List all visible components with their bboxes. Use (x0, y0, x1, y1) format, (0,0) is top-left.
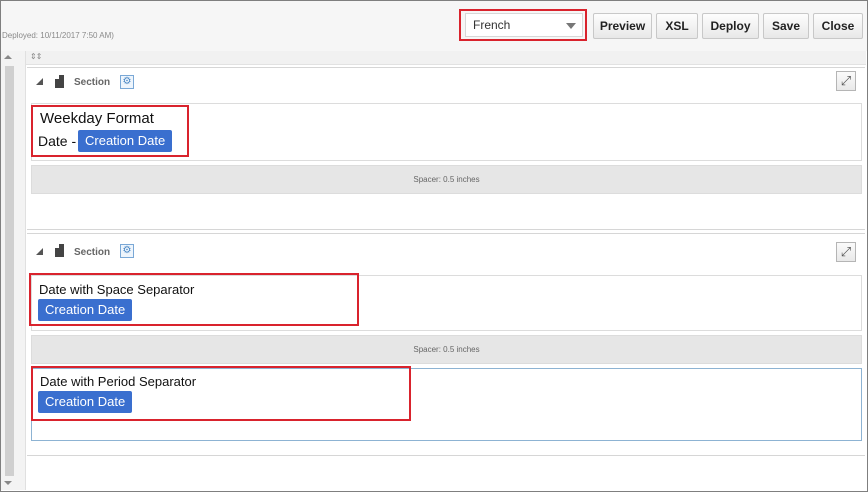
section-doc-icon (55, 244, 64, 257)
xsl-button[interactable]: XSL (656, 13, 698, 39)
field-title: Date with Space Separator (39, 282, 195, 297)
spacer-row[interactable]: Spacer: 0.5 inches (31, 335, 862, 364)
section-settings-icon[interactable]: ⚙ (120, 75, 134, 89)
deployed-status: Deployed: 10/11/2017 7:50 AM) (2, 31, 114, 40)
scroll-down-icon[interactable] (4, 481, 12, 485)
field-title: Date with Period Separator (40, 374, 197, 389)
section-doc-icon (55, 75, 64, 88)
language-selected-value: French (473, 18, 511, 32)
spacer-row[interactable]: Spacer: 0.5 inches (31, 165, 862, 194)
section-label: Section (74, 247, 111, 258)
language-select[interactable]: French (465, 13, 583, 37)
expand-icon[interactable]: ⤢ (836, 71, 856, 91)
scroll-up-icon[interactable] (4, 55, 12, 59)
chevron-down-icon[interactable] (566, 23, 576, 29)
section-settings-icon[interactable]: ⚙ (120, 244, 134, 258)
collapse-all-icon[interactable]: ⇕⇕ (30, 52, 42, 61)
creation-date-token[interactable]: Creation Date (78, 130, 173, 152)
vertical-scrollbar[interactable] (5, 66, 14, 476)
collapse-triangle-icon[interactable] (36, 248, 43, 255)
creation-date-token[interactable]: Creation Date (38, 299, 133, 321)
expand-icon[interactable]: ⤢ (836, 242, 856, 262)
creation-date-token[interactable]: Creation Date (38, 391, 133, 413)
field-title: Weekday Format (40, 110, 154, 127)
deploy-button[interactable]: Deploy (702, 13, 759, 39)
section-label: Section (74, 77, 111, 88)
canvas-ruler (26, 51, 866, 65)
preview-button[interactable]: Preview (593, 13, 652, 39)
save-button[interactable]: Save (763, 13, 809, 39)
collapse-triangle-icon[interactable] (36, 78, 43, 85)
close-button[interactable]: Close (813, 13, 863, 39)
field-prefix: Date - (38, 133, 77, 149)
